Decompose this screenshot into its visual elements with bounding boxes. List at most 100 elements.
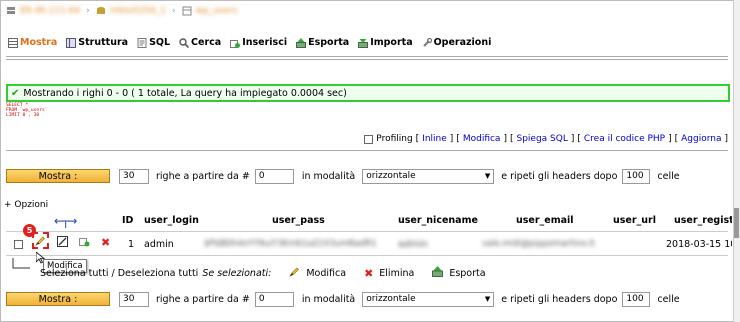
success-message: ✔ Mostrando i righi 0 - 0 ( 1 totale, La… — [6, 84, 730, 102]
tab-label: Inserisci — [242, 37, 288, 48]
tab-label: Cerca — [191, 37, 222, 48]
database-icon — [96, 6, 106, 16]
breadcrumb-separator: › — [86, 6, 90, 16]
rows-label: righe a partire da # — [156, 170, 250, 182]
cells-label: celle — [657, 293, 680, 305]
sql-query: SELECT * FROM `wp_users` LIMIT 0 , 30 — [6, 103, 48, 119]
breadcrumb-table[interactable]: wp_users — [196, 6, 238, 16]
checkmark-icon: ✔ — [11, 87, 20, 99]
tab-operazioni[interactable]: Operazioni — [422, 37, 491, 48]
column-header-user-email[interactable]: user_email — [516, 215, 574, 226]
breadcrumb: 89.46.111.64 › mkto5254_1 › wp_users — [6, 4, 237, 18]
options-toggle[interactable]: + Opzioni — [4, 200, 48, 210]
vertical-scrollbar[interactable] — [733, 0, 740, 322]
tab-struttura[interactable]: Struttura — [66, 37, 128, 48]
mode-select-value: orizzontale — [366, 171, 416, 181]
rows-input[interactable]: 30 — [119, 168, 149, 184]
inline-edit-icon[interactable] — [57, 236, 68, 250]
header-divider — [6, 231, 728, 232]
sql-icon — [137, 37, 147, 48]
bulk-delete-label: Elimina — [379, 267, 415, 279]
wrench-icon — [422, 37, 432, 48]
tab-mostra[interactable]: Mostra — [8, 37, 57, 48]
bulk-actions: Seleziona tutti / Deseleziona tutti Se s… — [40, 266, 486, 280]
column-arrows-icon: ←┬→ — [54, 214, 77, 228]
select-all-link[interactable]: Seleziona tutti / Deseleziona tutti — [40, 268, 198, 279]
success-text: Mostrando i righi 0 - 0 ( 1 totale, La q… — [23, 87, 347, 99]
bulk-delete-button[interactable]: ✖ Elimina — [364, 267, 414, 280]
bulk-export-button[interactable]: Esporta — [432, 266, 486, 280]
pencil-icon — [289, 266, 300, 280]
insert-icon — [230, 38, 241, 48]
export-icon — [296, 37, 307, 48]
column-header-user-registered[interactable]: user_registe — [674, 215, 732, 226]
cell-id: 1 — [128, 239, 135, 250]
refresh-link[interactable]: Aggiorna — [681, 134, 721, 144]
column-header-id[interactable]: ID — [122, 215, 133, 226]
column-header-user-login[interactable]: user_login — [144, 215, 199, 226]
bulk-edit-button[interactable]: Modifica — [289, 266, 346, 280]
with-selected-label: Se selezionati: — [202, 267, 272, 279]
pencil-icon[interactable] — [35, 235, 46, 249]
column-header-user-nicename[interactable]: user_nicename — [398, 215, 478, 226]
mode-select[interactable]: orizzontale ▼ — [362, 168, 495, 184]
tab-label: SQL — [149, 37, 171, 48]
export-icon — [432, 266, 444, 280]
tab-inserisci[interactable]: Inserisci — [230, 37, 287, 48]
tab-label: Struttura — [78, 37, 129, 48]
query-links: Profiling [Inline] [Modifica] [Spiega SQ… — [364, 134, 728, 144]
profiling-label: Profiling — [376, 134, 413, 144]
sql-line: LIMIT 0 , 30 — [6, 113, 40, 119]
copy-row-icon[interactable] — [79, 236, 90, 250]
mode-label: in modalità — [301, 293, 356, 305]
mode-label: in modalità — [301, 170, 356, 182]
bulk-edit-label: Modifica — [306, 267, 347, 279]
select-all-arrow-icon — [12, 258, 32, 273]
delete-icon[interactable]: ✖ — [101, 236, 110, 249]
menu-divider — [6, 59, 728, 60]
scrollbar-thumb[interactable] — [734, 208, 739, 238]
mode-select[interactable]: orizzontale ▼ — [362, 291, 495, 307]
explain-sql-link[interactable]: Spiega SQL — [516, 134, 567, 144]
column-header-user-url[interactable]: user_url — [613, 215, 656, 226]
profiling-checkbox[interactable] — [364, 134, 374, 144]
rows-label: righe a partire da # — [156, 293, 250, 305]
row-checkbox[interactable] — [14, 240, 23, 249]
edit-query-link[interactable]: Modifica — [463, 134, 501, 144]
server-icon — [6, 6, 16, 16]
import-icon — [358, 38, 369, 48]
section-divider — [6, 150, 728, 151]
start-input[interactable]: 0 — [254, 168, 294, 184]
tab-label: Esporta — [308, 37, 350, 48]
cell-user-registered: 2018-03-15 10: — [666, 239, 732, 250]
repeat-label: e ripeti gli headers dopo — [501, 170, 618, 182]
tab-label: Mostra — [20, 37, 58, 48]
breadcrumb-separator: › — [171, 6, 176, 16]
repeat-input[interactable]: 100 — [622, 291, 651, 307]
column-header-user-pass[interactable]: user_pass — [272, 215, 325, 226]
chevron-down-icon: ▼ — [484, 172, 491, 180]
cell-user-nicename: admin — [398, 239, 428, 250]
breadcrumb-server[interactable]: 89.46.111.64 — [20, 6, 80, 16]
breadcrumb-database[interactable]: mkto5254_1 — [110, 6, 166, 16]
repeat-input[interactable]: 100 — [622, 168, 651, 184]
rows-input[interactable]: 30 — [119, 291, 149, 307]
inline-link[interactable]: Inline — [422, 134, 447, 144]
table-icon — [182, 6, 192, 16]
structure-icon — [66, 37, 77, 48]
cell-user-login: admin — [144, 239, 174, 250]
show-button[interactable]: Mostra : — [6, 169, 110, 183]
mode-select-value: orizzontale — [366, 294, 416, 304]
tab-label: Importa — [370, 37, 413, 48]
tab-esporta[interactable]: Esporta — [296, 37, 349, 48]
navigation-row-bottom: Mostra : 30 righe a partire da # 0 in mo… — [6, 291, 680, 307]
delete-icon: ✖ — [364, 266, 374, 280]
show-button[interactable]: Mostra : — [6, 292, 110, 306]
cells-label: celle — [657, 170, 680, 182]
table-menu: Mostra Struttura SQL Cerca Inserisci Esp… — [8, 37, 491, 48]
create-php-link[interactable]: Crea il codice PHP — [584, 134, 665, 144]
tab-cerca[interactable]: Cerca — [179, 37, 221, 48]
tab-sql[interactable]: SQL — [137, 37, 170, 48]
start-input[interactable]: 0 — [254, 291, 294, 307]
tab-importa[interactable]: Importa — [358, 37, 413, 48]
